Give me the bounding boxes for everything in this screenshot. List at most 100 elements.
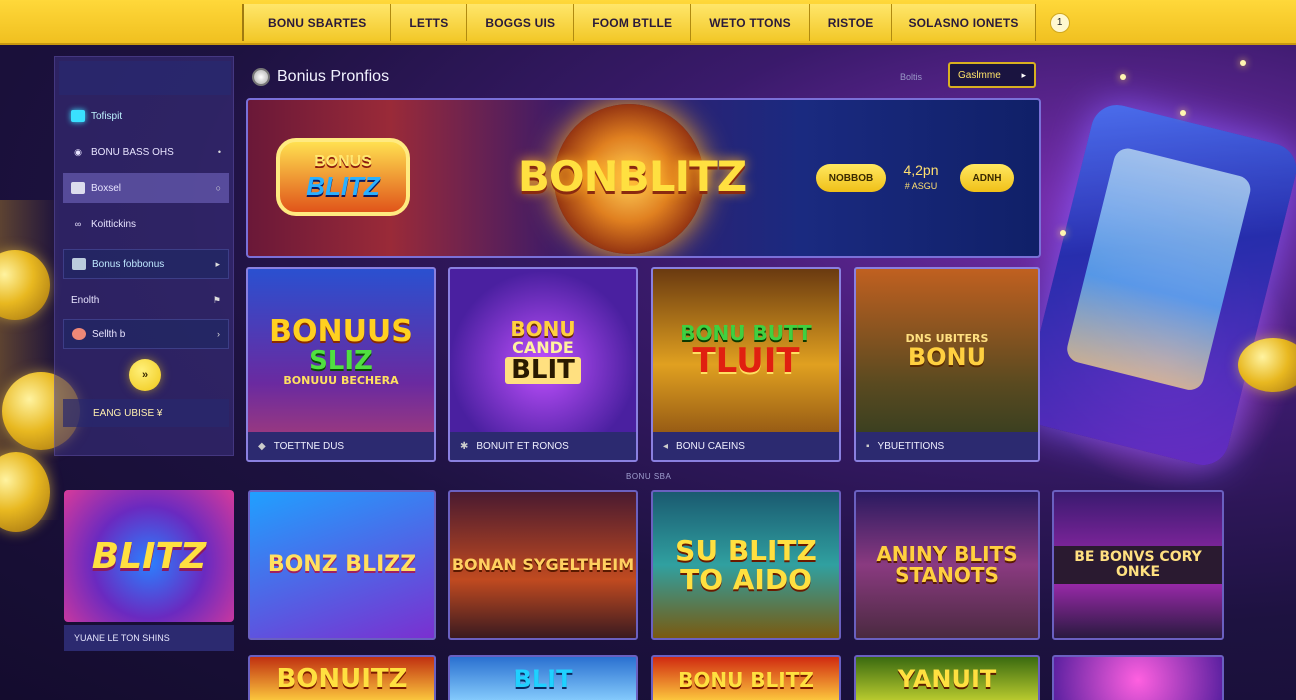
left-promo-title: BLITZ [91, 535, 207, 577]
flag-icon [72, 258, 86, 270]
game-card[interactable]: DNS UBITERS BONU ▪ YBUETITIONS [854, 267, 1040, 462]
header-link[interactable]: Boltis [900, 72, 922, 82]
slot-screen-decoration [1064, 145, 1254, 393]
game-thumbnail[interactable]: BONU BLITZ [651, 655, 841, 700]
game-thumbnail-title: BONAN SYGELTHEIM [451, 554, 635, 574]
game-card-label: ✱ BONUIT ET RONOS [450, 432, 636, 460]
game-thumbnail[interactable]: ANINY BLITS STANOTS [854, 490, 1040, 640]
dot-icon: ▪ [866, 440, 870, 452]
nav-item-solasno-ionets[interactable]: SOLASNO IONETS [891, 4, 1036, 41]
game-card-art-sub: SLIZ [309, 345, 373, 376]
hero-action-button[interactable]: ADNH [960, 164, 1014, 192]
game-card[interactable]: BONU CANDE BLIT ✱ BONUIT ET RONOS [448, 267, 638, 462]
sidebar-item-label: Tofispit [91, 110, 123, 122]
game-thumbnail-title: ANINY BLITS STANOTS [876, 542, 1018, 587]
logo-top-text: BONUS [314, 152, 372, 170]
nav-item-boggs[interactable]: BOGGS UIS [466, 4, 574, 41]
game-thumbnail[interactable]: YANUIT [854, 655, 1040, 700]
game-thumbnail-title: BONU BLITZ [678, 667, 814, 692]
game-thumbnail[interactable]: BONZ BLIZZ [248, 490, 436, 640]
nav-round-button[interactable]: 1 [1049, 12, 1070, 33]
hero-info-bottom: # ASGU [904, 181, 938, 191]
page-title: Bonius Pronfios [277, 68, 390, 85]
game-card-art-title: BONUUS [269, 314, 413, 350]
promo-icon [252, 68, 270, 86]
box-icon [71, 182, 85, 194]
sparkle-icon [1240, 60, 1246, 66]
sidebar-item-boxsel[interactable]: Boxsel ○ [63, 173, 229, 203]
nav-item-bonus-sbartes[interactable]: BONU SBARTES [242, 4, 391, 41]
game-card-art-caption: BLIT [505, 356, 581, 385]
game-card-art: DNS UBITERS BONU [856, 269, 1038, 434]
game-thumbnail[interactable]: BE BONVS CORY ONKE [1052, 490, 1224, 640]
sidebar-item-sellth[interactable]: Sellth b › [63, 319, 229, 349]
nav-menu: BONU SBARTES LETTS BOGGS UIS FOOM BTLLE … [242, 4, 1070, 41]
nav-item-ristoe[interactable]: RISTOE [808, 4, 892, 41]
header-button-label: Gaslmme [958, 69, 1001, 81]
sidebar: Tofispit ◉ BONU BASS OHS • Boxsel ○ ∞ Ko… [54, 56, 234, 456]
nav-item-foom-btlle[interactable]: FOOM BTLLE [573, 4, 691, 41]
game-thumbnail[interactable]: BONAN SYGELTHEIM [448, 490, 638, 640]
game-card[interactable]: BONUUS SLIZ BONUUU BECHERA ◆ TOETTNE DUS [246, 267, 436, 462]
game-card-art-title: BONU [510, 316, 576, 341]
chevron-icon: ▸ [215, 258, 220, 269]
hero-banner[interactable]: BONUS BLITZ BONBLITZ NOBBOB 4,2pn # ASGU… [246, 98, 1041, 258]
arrow-icon: ◂ [663, 440, 669, 452]
logo-bottom-text: BLITZ [306, 170, 380, 201]
sidebar-item-enolth[interactable]: Enolth ⚑ [63, 285, 229, 315]
sidebar-item-koittickins[interactable]: ∞ Koittickins [63, 209, 229, 239]
game-thumbnail-title: BLIT [513, 665, 573, 694]
sidebar-item-label: Sellth b [92, 328, 126, 340]
sidebar-item-bonus-fobbonus[interactable]: Bonus fobbonus ▸ [63, 249, 229, 279]
left-promo-art[interactable]: BLITZ [64, 490, 234, 622]
sidebar-item-tofispit[interactable]: Tofispit [63, 101, 229, 131]
hero-title: BONBLITZ [517, 152, 747, 201]
chevron-right-icon: › [217, 329, 220, 339]
sidebar-item-label: Boxsel [91, 182, 122, 194]
chevron-icon: • [217, 147, 221, 157]
sparkle-icon [1060, 230, 1066, 236]
gift-icon: ◆ [258, 440, 266, 452]
hero-info-top: 4,2pn [903, 162, 939, 178]
game-card-art-sub: TLUIT [692, 341, 800, 382]
eye-icon: ◉ [74, 146, 82, 157]
sidebar-item-bonu-bass[interactable]: ◉ BONU BASS OHS • [63, 137, 229, 167]
game-card-label: ◆ TOETTNE DUS [248, 432, 434, 460]
game-card-label-text: BONUIT ET RONOS [476, 440, 569, 452]
game-thumbnail-title: BE BONVS CORY ONKE [1054, 546, 1222, 584]
sidebar-round-button[interactable]: » [129, 359, 161, 391]
cursor-icon: ▸ [1021, 69, 1026, 80]
sparkle-icon [1120, 74, 1126, 80]
game-card-art: BONU CANDE BLIT [450, 269, 636, 434]
game-card-art-caption: BONUUU BECHERA [283, 374, 399, 388]
sidebar-footer[interactable]: EANG UBISE ¥ [63, 399, 229, 427]
game-card-art: BONUUS SLIZ BONUUU BECHERA [248, 269, 434, 434]
hero-info: 4,2pn # ASGU [898, 162, 944, 194]
sidebar-item-label: Bonus fobbonus [92, 258, 165, 270]
circle-icon [72, 328, 86, 340]
game-thumbnail[interactable]: BLIT [448, 655, 638, 700]
game-card[interactable]: BONU BUTT TLUIT ◂ BONU CAEINS [651, 267, 841, 462]
flag-icon: ⚑ [212, 294, 221, 305]
game-thumbnail-title: SU BLITZ TO AIDO [675, 533, 817, 596]
hero-pill-button[interactable]: NOBBOB [816, 164, 886, 192]
game-thumbnail[interactable]: BONUITZ [248, 655, 436, 700]
sparkle-icon [1180, 110, 1186, 116]
header-button[interactable]: Gaslmme ▸ [948, 62, 1036, 88]
section-label: BONU SBA [626, 472, 672, 481]
game-thumbnail[interactable] [1052, 655, 1224, 700]
nav-item-letts[interactable]: LETTS [390, 4, 467, 41]
top-navigation-bar: BONU SBARTES LETTS BOGGS UIS FOOM BTLLE … [0, 0, 1296, 45]
game-card-label-text: YBUETITIONS [877, 440, 945, 452]
game-thumbnail-title: BONUITZ [276, 664, 408, 695]
game-thumbnail[interactable]: SU BLITZ TO AIDO [651, 490, 841, 640]
star-icon: ✱ [460, 440, 469, 452]
sidebar-item-label: Enolth [71, 294, 100, 306]
game-card-label: ◂ BONU CAEINS [653, 432, 839, 460]
nav-item-weto-ttons[interactable]: WETO TTONS [690, 4, 809, 41]
square-icon [71, 110, 85, 122]
left-promo-label[interactable]: YUANE LE TON SHINS [64, 625, 234, 651]
game-card-art: BONU BUTT TLUIT [653, 269, 839, 434]
chevron-icon: ○ [215, 183, 221, 193]
game-card-label-text: TOETTNE DUS [273, 440, 345, 452]
